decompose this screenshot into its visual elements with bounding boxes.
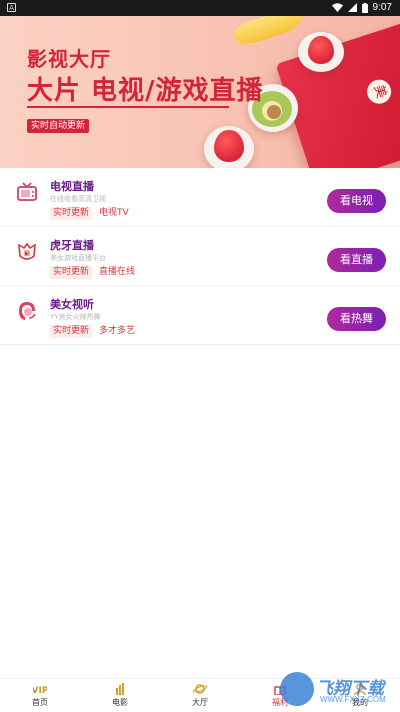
watch-dance-button[interactable]: 看热舞 (327, 307, 386, 331)
site-watermark: 飞翔下载 WWW.FXXZ.COM (280, 670, 396, 710)
channel-tag: 实时更新 (50, 325, 93, 338)
channel-subtitle: 美女游戏直播平台 (50, 254, 106, 262)
channel-list: 电视直播 在线收看高清卫视 实时更新 电视TV 看电视 ▶ 虎牙直播 美女游戏直… (0, 168, 400, 345)
strawberry-image (308, 36, 334, 64)
nav-label: 首页 (32, 698, 48, 707)
battery-icon (361, 2, 368, 13)
watermark-logo (280, 672, 314, 706)
status-bar-right: 9:07 (331, 2, 392, 13)
nav-item-hall[interactable]: 大厅 (180, 681, 220, 711)
channel-title: 电视直播 (50, 180, 94, 193)
channel-title: 美女视听 (50, 298, 94, 311)
channel-tag: 多才多艺 (99, 326, 136, 336)
status-bar: A 9:07 (0, 0, 400, 16)
watermark-url: WWW.FXXZ.COM (320, 695, 386, 704)
notification-app-icon: A (7, 3, 16, 12)
watch-live-button[interactable]: 看直播 (327, 248, 386, 272)
banner-kicker: 影视大厅 (27, 47, 111, 71)
channel-tags: 实时更新 多才多艺 (50, 325, 138, 338)
svg-text:▶: ▶ (25, 251, 29, 257)
channel-tag: 实时更新 (50, 266, 93, 279)
banner-tagline: 实时自动更新 (27, 119, 90, 133)
film-icon (116, 683, 124, 695)
huya-icon: ▶ (18, 242, 36, 260)
channel-tag: 电视TV (99, 208, 129, 218)
nav-label: 电影 (112, 698, 128, 707)
avocado-seed-image (267, 105, 281, 119)
banner-headline: 大片 电视/游戏直播 (27, 76, 264, 106)
signal-icon (347, 3, 357, 12)
nav-item-home[interactable]: VIP 首页 (20, 681, 60, 711)
nav-item-movies[interactable]: 电影 (100, 681, 140, 711)
svg-text:VIP: VIP (33, 686, 47, 695)
hero-banner[interactable]: 美 影视大厅 大片 电视/游戏直播 实时自动更新 (0, 16, 400, 168)
girl-icon (19, 302, 36, 320)
strawberry-image (214, 130, 244, 162)
watch-tv-button[interactable]: 看电视 (327, 189, 386, 213)
list-item[interactable]: 美女视听 YY美女火辣热舞 实时更新 多才多艺 看热舞 (0, 286, 400, 345)
wifi-icon (331, 3, 343, 12)
banana-image (230, 16, 306, 49)
channel-subtitle: YY美女火辣热舞 (50, 313, 101, 321)
channel-tags: 实时更新 电视TV (50, 207, 132, 220)
banner-divider (27, 106, 229, 108)
channel-tag: 直播在线 (99, 267, 136, 277)
nav-label: 大厅 (192, 698, 208, 707)
channel-title: 虎牙直播 (50, 239, 94, 252)
channel-tag: 实时更新 (50, 207, 93, 220)
list-item[interactable]: 电视直播 在线收看高清卫视 实时更新 电视TV 看电视 (0, 168, 400, 227)
gift-box-badge: 美 (363, 76, 395, 107)
channel-subtitle: 在线收看高清卫视 (50, 195, 106, 203)
tv-icon (17, 182, 37, 201)
status-time: 9:07 (372, 2, 392, 13)
channel-tags: 实时更新 直播在线 (50, 266, 138, 279)
vip-icon: VIP (33, 686, 47, 695)
planet-icon (193, 684, 207, 694)
list-item[interactable]: ▶ 虎牙直播 美女游戏直播平台 实时更新 直播在线 看直播 (0, 227, 400, 286)
